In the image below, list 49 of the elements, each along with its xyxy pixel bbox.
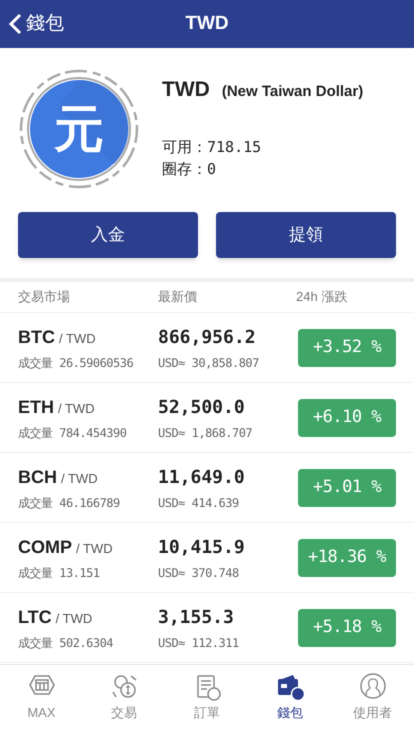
volume-text: 成交量 502.6304 bbox=[18, 634, 114, 652]
currency-code: TWD bbox=[162, 77, 210, 103]
currency-name: (New Taiwan Dollar) bbox=[222, 82, 364, 102]
change-badge: +3.52 % bbox=[298, 328, 396, 366]
change-badge: +5.18 % bbox=[298, 608, 396, 646]
quote-currency: / TWD bbox=[58, 400, 95, 418]
market-row[interactable]: ETH / TWD 成交量 784.454390 52,500.0 USD≈ 1,868.707 +6.10 % bbox=[0, 383, 414, 453]
base-currency: ETH bbox=[18, 396, 54, 418]
change-badge: +18.36 % bbox=[298, 538, 396, 576]
base-currency: BCH bbox=[18, 466, 57, 488]
volume-text: 成交量 26.59060536 bbox=[18, 354, 134, 372]
last-price: 52,500.0 bbox=[158, 396, 246, 420]
last-price: 11,649.0 bbox=[158, 466, 246, 490]
back-button[interactable]: 錢包 bbox=[0, 10, 64, 38]
quote-currency: / TWD bbox=[59, 330, 96, 348]
change-badge: +5.01 % bbox=[298, 468, 396, 506]
volume-text: 成交量 784.454390 bbox=[18, 424, 128, 442]
usd-price: USD≈ 414.639 bbox=[158, 494, 240, 512]
base-currency: BTC bbox=[18, 326, 55, 348]
back-icon bbox=[8, 13, 22, 35]
deposit-button[interactable]: 入金 bbox=[18, 212, 198, 258]
page-title: TWD bbox=[185, 12, 229, 36]
usd-price: USD≈ 1,868.707 bbox=[158, 424, 254, 442]
last-price: 10,415.9 bbox=[158, 536, 246, 560]
column-header: 24h 漲跌 bbox=[296, 288, 348, 306]
change-badge: +6.10 % bbox=[298, 398, 396, 436]
last-price: 3,155.3 bbox=[158, 606, 235, 630]
tab-bar-item[interactable]: 錢包 bbox=[248, 665, 332, 736]
market-row[interactable]: COMP / TWD 成交量 13.151 10,415.9 USD≈ 370.748 +18.36 % bbox=[0, 523, 414, 593]
locked-balance: 圈存：0 bbox=[162, 159, 218, 180]
base-currency: LTC bbox=[18, 606, 52, 628]
market-row[interactable]: BTC / TWD 成交量 26.59060536 866,956.2 USD≈ 30,858.807 +3.52 % bbox=[0, 313, 414, 383]
market-row[interactable]: BCH / TWD 成交量 46.166789 11,649.0 USD≈ 414.639 +5.01 % bbox=[0, 453, 414, 523]
quote-currency: / TWD bbox=[76, 540, 113, 558]
market-row[interactable]: LTC / TWD 成交量 502.6304 3,155.3 USD≈ 112.311 +5.18 % bbox=[0, 593, 414, 663]
column-header: 交易市場 bbox=[18, 288, 71, 306]
usd-price: USD≈ 30,858.807 bbox=[158, 354, 260, 372]
last-price: 866,956.2 bbox=[158, 326, 257, 350]
withdraw-button[interactable]: 提領 bbox=[216, 212, 396, 258]
volume-text: 成交量 13.151 bbox=[18, 564, 101, 582]
volume-text: 成交量 46.166789 bbox=[18, 494, 121, 512]
available-balance: 可用：718.15 bbox=[162, 136, 262, 158]
base-currency: COMP bbox=[18, 536, 72, 558]
usd-price: USD≈ 112.311 bbox=[158, 634, 240, 652]
column-header: 最新價 bbox=[158, 288, 198, 306]
quote-currency: / TWD bbox=[56, 610, 92, 628]
quote-currency: / TWD bbox=[61, 470, 98, 488]
usd-price: USD≈ 370.748 bbox=[158, 564, 240, 582]
currency-coin-icon: 元 bbox=[18, 68, 140, 190]
